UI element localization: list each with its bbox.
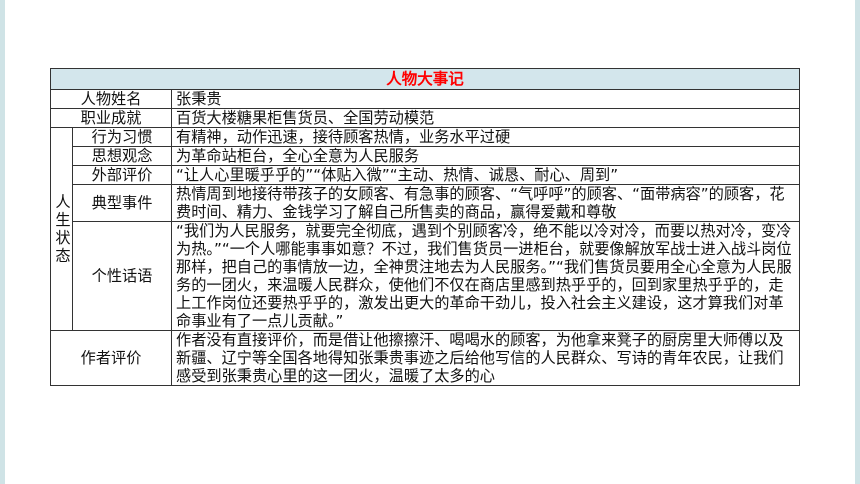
events-table: 人物大事记 人物姓名 张秉贵 职业成就 百货大楼糖果柜售货员、全国劳动模范 人生… (49, 68, 801, 386)
thought-label: 思想观念 (72, 146, 172, 166)
table-title: 人物大事记 (49, 68, 801, 90)
typical-event-label: 典型事件 (72, 184, 172, 222)
quote-row: 个性话语 “我们为人民服务，就要完全彻底，遇到个别顾客冷，绝不能以冷对冷，而要以… (51, 221, 801, 331)
quote-value: “我们为人民服务，就要完全彻底，遇到个别顾客冷，绝不能以冷对冷，而要以热对冷，变… (170, 221, 801, 331)
habit-label: 行为习惯 (72, 127, 172, 147)
typical-event-value: 热情周到地接待带孩子的女顾客、有急事的顾客、“气呼呼”的顾客、“面带病容”的顾客… (170, 184, 801, 222)
career-label: 职业成就 (50, 108, 172, 128)
career-value: 百货大楼糖果柜售货员、全国劳动模范 (170, 108, 801, 128)
habit-value: 有精神，动作迅速，接待顾客热情，业务水平过硬 (170, 127, 801, 147)
thought-value: 为革命站柜台，全心全意为人民服务 (170, 146, 801, 166)
typical-event-row: 典型事件 热情周到地接待带孩子的女顾客、有急事的顾客、“气呼呼”的顾客、“面带病… (51, 184, 801, 222)
author-eval-row: 作者评价 作者没有直接评价，而是借让他擦擦汗、喝喝水的顾客，为他拿来凳子的厨房里… (50, 330, 801, 386)
name-row: 人物姓名 张秉贵 (50, 89, 801, 109)
author-eval-value: 作者没有直接评价，而是借让他擦擦汗、喝喝水的顾客，为他拿来凳子的厨房里大师傅以及… (170, 330, 801, 386)
name-value: 张秉贵 (170, 89, 801, 109)
right-decor-bar (855, 0, 860, 484)
title-row: 人物大事记 (49, 68, 801, 90)
quote-label: 个性话语 (72, 221, 172, 331)
thought-row: 思想观念 为革命站柜台，全心全意为人民服务 (51, 146, 801, 166)
career-row: 职业成就 百货大楼糖果柜售货员、全国劳动模范 (50, 108, 801, 128)
life-state-text: 人生状态 (55, 193, 71, 265)
left-decor-bar (0, 0, 5, 484)
external-eval-row: 外部评价 “让人心里暖乎乎的”“体贴入微”“主动、热情、诚恳、耐心、周到” (51, 165, 801, 185)
habit-row: 人生状态 行为习惯 有精神，动作迅速，接待顾客热情，业务水平过硬 (50, 127, 801, 331)
life-state-label: 人生状态 (50, 127, 73, 331)
name-label: 人物姓名 (50, 89, 172, 109)
slide: 人物大事记 人物姓名 张秉贵 职业成就 百货大楼糖果柜售货员、全国劳动模范 人生… (0, 0, 860, 484)
author-eval-label: 作者评价 (50, 330, 172, 386)
external-eval-value: “让人心里暖乎乎的”“体贴入微”“主动、热情、诚恳、耐心、周到” (170, 165, 801, 185)
external-eval-label: 外部评价 (72, 165, 172, 185)
